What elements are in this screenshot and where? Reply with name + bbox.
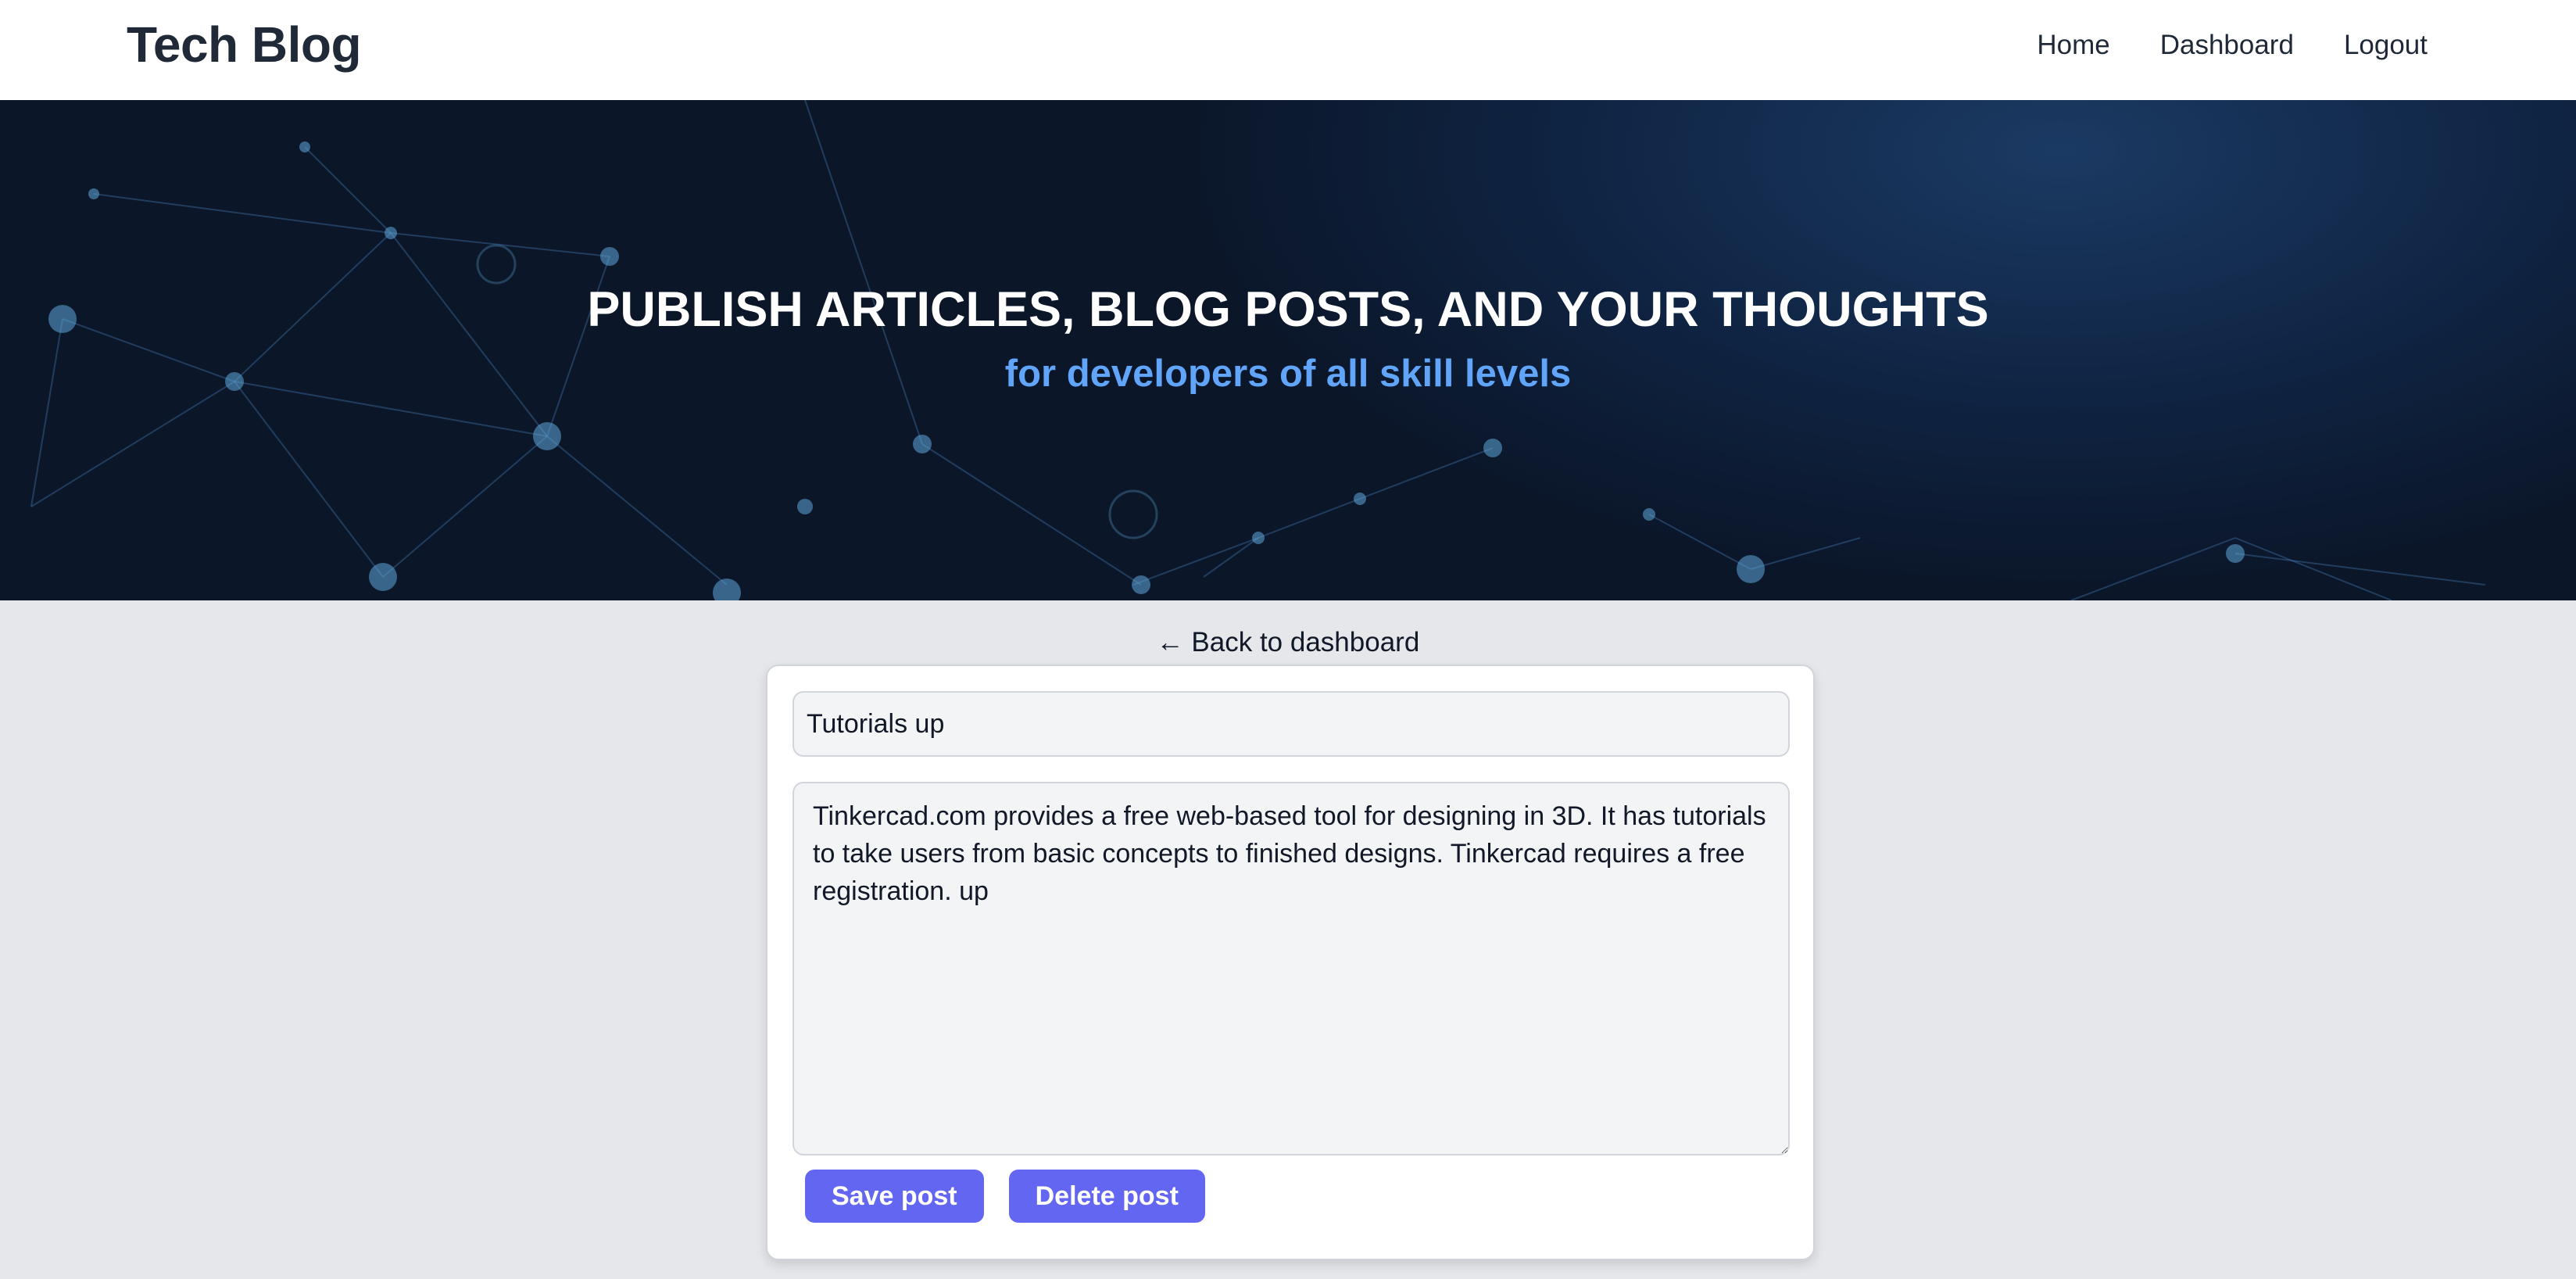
hero-banner: PUBLISH ARTICLES, BLOG POSTS, AND YOUR T… (0, 100, 2576, 600)
delete-post-button[interactable]: Delete post (1008, 1170, 1205, 1223)
nav-dashboard-link[interactable]: Dashboard (2160, 30, 2294, 61)
post-body-textarea[interactable]: Tinkercad.com provides a free web-based … (792, 782, 1790, 1155)
top-navbar: Tech Blog Home Dashboard Logout (0, 0, 2576, 100)
post-title-input[interactable] (792, 691, 1790, 757)
save-post-button[interactable]: Save post (805, 1170, 984, 1223)
back-to-dashboard-link[interactable]: ← Back to dashboard (0, 627, 2576, 658)
nav-logout-link[interactable]: Logout (2344, 30, 2428, 61)
edit-post-form: Tinkercad.com provides a free web-based … (766, 665, 1815, 1260)
main-nav: Home Dashboard Logout (2037, 30, 2428, 61)
network-background-graphic (30, 100, 2486, 600)
form-actions: Save post Delete post (805, 1170, 1205, 1223)
site-brand[interactable]: Tech Blog (127, 16, 362, 73)
hero-title: PUBLISH ARTICLES, BLOG POSTS, AND YOUR T… (587, 282, 1989, 337)
nav-home-link[interactable]: Home (2037, 30, 2109, 61)
hero-subtitle: for developers of all skill levels (1004, 353, 1572, 395)
